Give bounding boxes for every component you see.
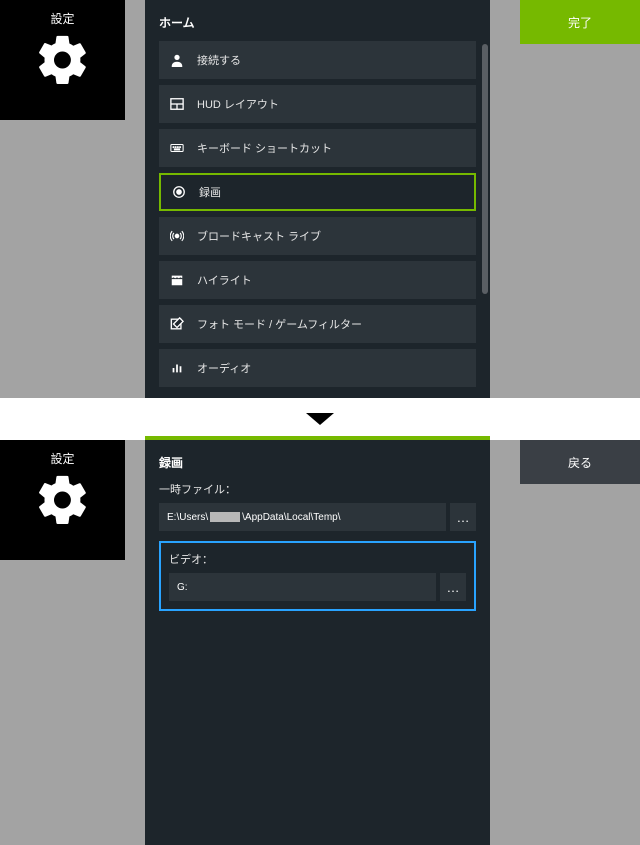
panel-title: 録画 (159, 454, 476, 471)
temp-file-browse-button[interactable]: … (450, 503, 476, 531)
video-browse-button[interactable]: … (440, 573, 466, 601)
record-settings-panel: 録画 一時ファイル： E:\Users\\AppData\Local\Temp\… (145, 440, 490, 845)
broadcast-icon (169, 228, 185, 244)
video-group: ビデオ： G: … (169, 551, 466, 601)
menu-item-photo-mode[interactable]: フォト モード / ゲームフィルター (159, 305, 476, 343)
panel-title: ホーム (159, 14, 476, 31)
keyboard-icon (169, 140, 185, 156)
settings-home-panel: ホーム 接続する HUD レイアウト キーボード ショートカット (145, 0, 490, 398)
settings-label: 設定 (50, 10, 74, 27)
redacted-username (210, 512, 240, 522)
done-button[interactable]: 完了 (520, 0, 640, 44)
menu-item-broadcast[interactable]: ブロードキャスト ライブ (159, 217, 476, 255)
back-button[interactable]: 戻る (520, 440, 640, 484)
step-divider (0, 398, 640, 440)
temp-file-label: 一時ファイル： (159, 481, 476, 497)
menu-item-keyboard-shortcuts[interactable]: キーボード ショートカット (159, 129, 476, 167)
video-label: ビデオ： (169, 551, 466, 567)
video-path-highlight: ビデオ： G: … (159, 541, 476, 611)
menu-item-record[interactable]: 録画 (159, 173, 476, 211)
back-button-label: 戻る (568, 454, 592, 471)
gear-icon (34, 31, 92, 89)
settings-tile[interactable]: 設定 (0, 0, 125, 120)
menu-item-label: ブロードキャスト ライブ (197, 228, 321, 244)
menu-item-connect[interactable]: 接続する (159, 41, 476, 79)
menu-item-label: キーボード ショートカット (197, 140, 332, 156)
menu-item-label: 接続する (197, 52, 241, 68)
scrollbar[interactable] (482, 44, 488, 294)
record-icon (171, 184, 187, 200)
menu-item-highlight[interactable]: ハイライト (159, 261, 476, 299)
done-button-label: 完了 (568, 14, 592, 31)
photo-icon (169, 316, 185, 332)
audio-icon (169, 360, 185, 376)
temp-file-path[interactable]: E:\Users\\AppData\Local\Temp\ (159, 503, 446, 531)
menu-item-label: ハイライト (197, 272, 252, 288)
settings-label: 設定 (50, 450, 74, 467)
menu-item-audio[interactable]: オーディオ (159, 349, 476, 387)
menu-item-hud-layout[interactable]: HUD レイアウト (159, 85, 476, 123)
user-icon (169, 52, 185, 68)
settings-tile[interactable]: 設定 (0, 440, 125, 560)
menu-item-label: 録画 (199, 184, 221, 200)
menu-item-label: フォト モード / ゲームフィルター (197, 316, 362, 332)
menu-list: 接続する HUD レイアウト キーボード ショートカット 録画 (159, 41, 476, 387)
video-path[interactable]: G: (169, 573, 436, 601)
highlight-icon (169, 272, 185, 288)
layout-icon (169, 96, 185, 112)
menu-item-label: オーディオ (197, 360, 251, 376)
gear-icon (34, 471, 92, 529)
menu-item-label: HUD レイアウト (197, 96, 279, 112)
temp-file-group: 一時ファイル： E:\Users\\AppData\Local\Temp\ … (159, 481, 476, 531)
chevron-down-icon (306, 413, 334, 425)
